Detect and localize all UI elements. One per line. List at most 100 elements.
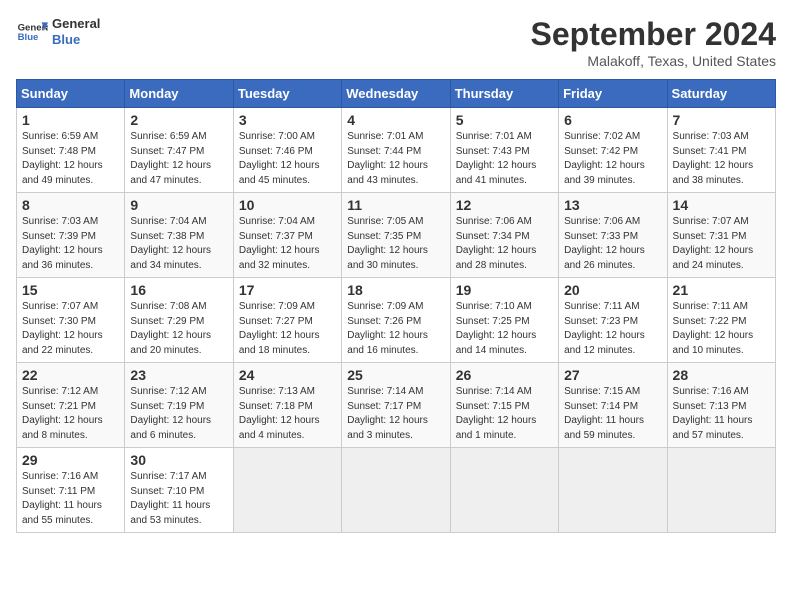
- day-info: Sunrise: 7:08 AMSunset: 7:29 PMDaylight:…: [130, 300, 227, 358]
- col-wednesday: Wednesday: [342, 80, 450, 108]
- calendar-cell: 28Sunrise: 7:16 AMSunset: 7:13 PMDayligh…: [667, 363, 775, 448]
- calendar-cell: 2Sunrise: 6:59 AMSunset: 7:47 PMDaylight…: [125, 108, 233, 193]
- calendar-cell: 20 Sunrise: 7:11 AMSunset: 7:23 PMDayligh…: [559, 278, 667, 363]
- calendar-cell: 23 Sunrise: 7:12 AMSunset: 7:19 PMDayligh…: [125, 363, 233, 448]
- col-thursday: Thursday: [450, 80, 558, 108]
- calendar-cell: 13 Sunrise: 7:06 AMSunset: 7:33 PMDayligh…: [559, 193, 667, 278]
- day-info: Sunrise: 6:59 AMSunset: 7:48 PMDaylight:…: [22, 130, 119, 188]
- day-info: Sunrise: 7:15 AMSunset: 7:14 PMDaylight:…: [564, 385, 661, 443]
- calendar-cell: 22 Sunrise: 7:12 AMSunset: 7:21 PMDayligh…: [17, 363, 125, 448]
- day-number: 13: [564, 197, 661, 213]
- day-info: Sunrise: 7:10 AMSunset: 7:25 PMDaylight:…: [456, 300, 553, 358]
- calendar-cell: 15 Sunrise: 7:07 AMSunset: 7:30 PMDayligh…: [17, 278, 125, 363]
- day-number: 11: [347, 197, 444, 213]
- day-info: Sunrise: 7:14 AMSunset: 7:15 PMDaylight:…: [456, 385, 553, 443]
- col-sunday: Sunday: [17, 80, 125, 108]
- calendar-cell: 17Sunrise: 7:09 AMSunset: 7:27 PMDayligh…: [233, 278, 341, 363]
- day-number: 3: [239, 112, 336, 128]
- day-info: Sunrise: 7:11 AMSunset: 7:22 PMDaylight:…: [673, 300, 770, 358]
- location: Malakoff, Texas, United States: [531, 53, 776, 69]
- calendar-cell: 3 Sunrise: 7:00 AMSunset: 7:46 PMDaylight…: [233, 108, 341, 193]
- calendar-cell: [342, 448, 450, 533]
- calendar-cell: [450, 448, 558, 533]
- logo: General Blue General Blue: [16, 16, 100, 48]
- day-number: 12: [456, 197, 553, 213]
- day-info: Sunrise: 7:06 AMSunset: 7:33 PMDaylight:…: [564, 215, 661, 273]
- day-info: Sunrise: 7:12 AMSunset: 7:21 PMDaylight:…: [22, 385, 119, 443]
- calendar-cell: 11 Sunrise: 7:05 AMSunset: 7:35 PMDayligh…: [342, 193, 450, 278]
- calendar-cell: 26 Sunrise: 7:14 AMSunset: 7:15 PMDayligh…: [450, 363, 558, 448]
- calendar-row: 29Sunrise: 7:16 AMSunset: 7:11 PMDayligh…: [17, 448, 776, 533]
- day-number: 4: [347, 112, 444, 128]
- calendar-cell: 1 Sunrise: 6:59 AMSunset: 7:48 PMDaylight…: [17, 108, 125, 193]
- calendar-cell: 5 Sunrise: 7:01 AMSunset: 7:43 PMDaylight…: [450, 108, 558, 193]
- calendar-cell: 30 Sunrise: 7:17 AMSunset: 7:10 PMDayligh…: [125, 448, 233, 533]
- calendar-cell: 29Sunrise: 7:16 AMSunset: 7:11 PMDayligh…: [17, 448, 125, 533]
- day-info: Sunrise: 7:09 AMSunset: 7:26 PMDaylight:…: [347, 300, 444, 358]
- day-number: 2: [130, 112, 227, 128]
- day-number: 23: [130, 367, 227, 383]
- day-number: 8: [22, 197, 119, 213]
- day-number: 16: [130, 282, 227, 298]
- header: General Blue General Blue September 2024…: [16, 16, 776, 69]
- day-number: 22: [22, 367, 119, 383]
- calendar-cell: 9 Sunrise: 7:04 AMSunset: 7:38 PMDaylight…: [125, 193, 233, 278]
- day-number: 6: [564, 112, 661, 128]
- calendar-cell: [559, 448, 667, 533]
- day-info: Sunrise: 7:03 AMSunset: 7:39 PMDaylight:…: [22, 215, 119, 273]
- day-number: 25: [347, 367, 444, 383]
- calendar-row: 8 Sunrise: 7:03 AMSunset: 7:39 PMDaylight…: [17, 193, 776, 278]
- calendar-cell: 7 Sunrise: 7:03 AMSunset: 7:41 PMDaylight…: [667, 108, 775, 193]
- day-number: 1: [22, 112, 119, 128]
- calendar-cell: [233, 448, 341, 533]
- day-number: 24: [239, 367, 336, 383]
- day-number: 5: [456, 112, 553, 128]
- calendar-cell: 25Sunrise: 7:14 AMSunset: 7:17 PMDayligh…: [342, 363, 450, 448]
- day-info: Sunrise: 7:04 AMSunset: 7:37 PMDaylight:…: [239, 215, 336, 273]
- day-info: Sunrise: 7:16 AMSunset: 7:13 PMDaylight:…: [673, 385, 770, 443]
- logo-text-blue: Blue: [52, 32, 100, 48]
- calendar-cell: 14 Sunrise: 7:07 AMSunset: 7:31 PMDayligh…: [667, 193, 775, 278]
- day-number: 17: [239, 282, 336, 298]
- day-info: Sunrise: 7:01 AMSunset: 7:43 PMDaylight:…: [456, 130, 553, 188]
- day-number: 15: [22, 282, 119, 298]
- day-number: 26: [456, 367, 553, 383]
- calendar-row: 22 Sunrise: 7:12 AMSunset: 7:21 PMDayligh…: [17, 363, 776, 448]
- calendar-cell: 21 Sunrise: 7:11 AMSunset: 7:22 PMDayligh…: [667, 278, 775, 363]
- day-info: Sunrise: 7:01 AMSunset: 7:44 PMDaylight:…: [347, 130, 444, 188]
- day-number: 9: [130, 197, 227, 213]
- col-friday: Friday: [559, 80, 667, 108]
- calendar-cell: 24 Sunrise: 7:13 AMSunset: 7:18 PMDayligh…: [233, 363, 341, 448]
- header-row: Sunday Monday Tuesday Wednesday Thursday…: [17, 80, 776, 108]
- day-info: Sunrise: 7:00 AMSunset: 7:46 PMDaylight:…: [239, 130, 336, 188]
- day-number: 10: [239, 197, 336, 213]
- calendar-cell: 10 Sunrise: 7:04 AMSunset: 7:37 PMDayligh…: [233, 193, 341, 278]
- day-info: Sunrise: 7:07 AMSunset: 7:31 PMDaylight:…: [673, 215, 770, 273]
- day-info: Sunrise: 7:04 AMSunset: 7:38 PMDaylight:…: [130, 215, 227, 273]
- month-title: September 2024: [531, 16, 776, 53]
- calendar-cell: 16 Sunrise: 7:08 AMSunset: 7:29 PMDayligh…: [125, 278, 233, 363]
- day-number: 18: [347, 282, 444, 298]
- col-tuesday: Tuesday: [233, 80, 341, 108]
- calendar-cell: 8 Sunrise: 7:03 AMSunset: 7:39 PMDaylight…: [17, 193, 125, 278]
- day-info: Sunrise: 7:05 AMSunset: 7:35 PMDaylight:…: [347, 215, 444, 273]
- day-number: 20: [564, 282, 661, 298]
- day-number: 30: [130, 452, 227, 468]
- col-saturday: Saturday: [667, 80, 775, 108]
- day-number: 7: [673, 112, 770, 128]
- calendar-table: Sunday Monday Tuesday Wednesday Thursday…: [16, 79, 776, 533]
- logo-text-general: General: [52, 16, 100, 32]
- day-info: Sunrise: 7:11 AMSunset: 7:23 PMDaylight:…: [564, 300, 661, 358]
- calendar-row: 1 Sunrise: 6:59 AMSunset: 7:48 PMDaylight…: [17, 108, 776, 193]
- col-monday: Monday: [125, 80, 233, 108]
- day-number: 27: [564, 367, 661, 383]
- day-info: Sunrise: 7:17 AMSunset: 7:10 PMDaylight:…: [130, 470, 227, 528]
- calendar-cell: 27 Sunrise: 7:15 AMSunset: 7:14 PMDayligh…: [559, 363, 667, 448]
- day-info: Sunrise: 7:13 AMSunset: 7:18 PMDaylight:…: [239, 385, 336, 443]
- day-info: Sunrise: 7:03 AMSunset: 7:41 PMDaylight:…: [673, 130, 770, 188]
- day-number: 14: [673, 197, 770, 213]
- day-info: Sunrise: 7:07 AMSunset: 7:30 PMDaylight:…: [22, 300, 119, 358]
- title-area: September 2024 Malakoff, Texas, United S…: [531, 16, 776, 69]
- day-number: 21: [673, 282, 770, 298]
- day-info: Sunrise: 7:12 AMSunset: 7:19 PMDaylight:…: [130, 385, 227, 443]
